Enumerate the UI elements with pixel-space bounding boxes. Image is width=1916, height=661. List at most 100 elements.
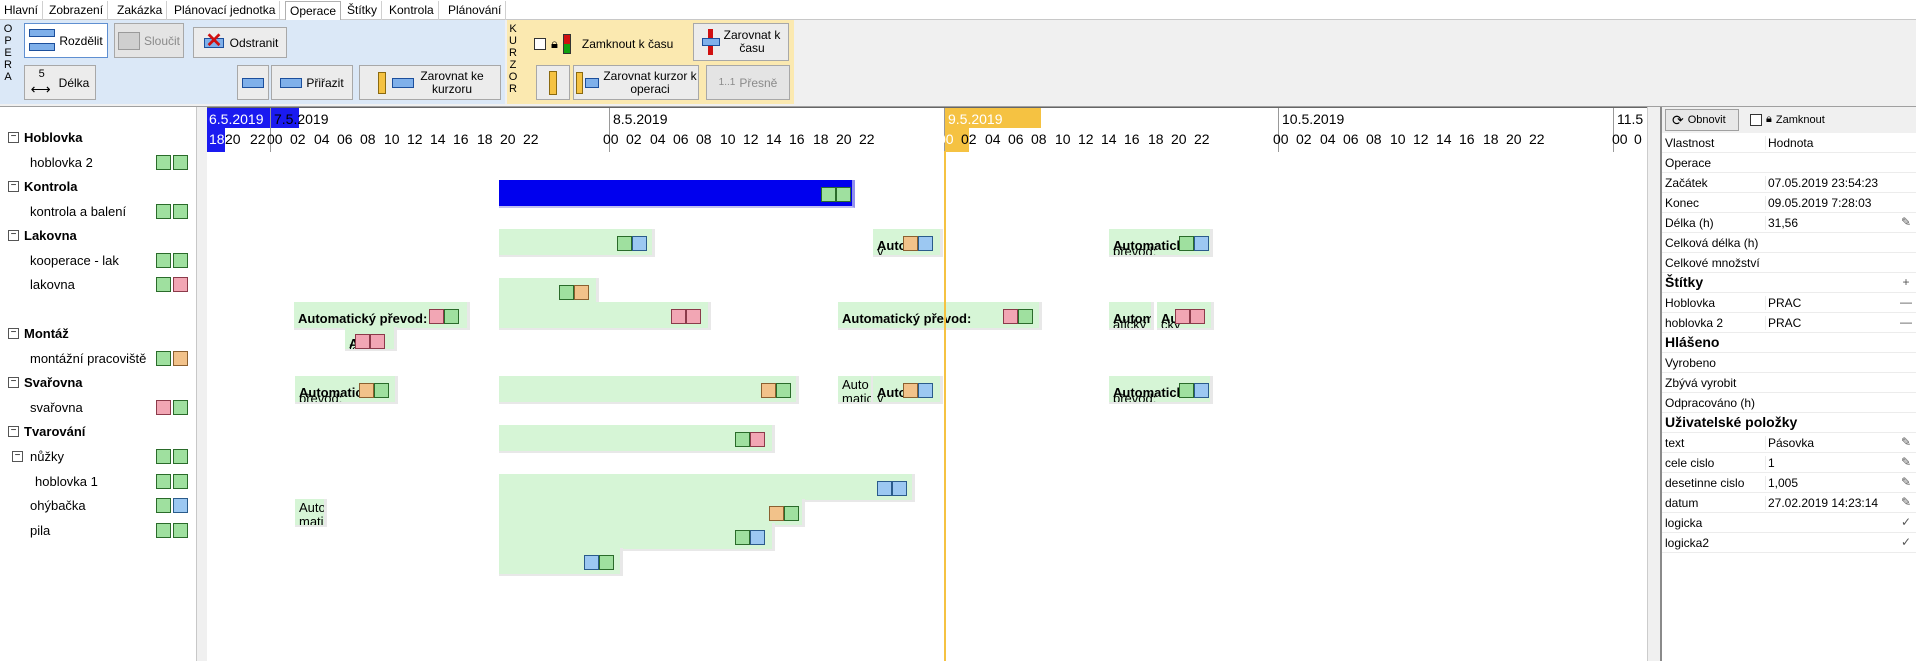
checkmark-icon[interactable]: ✓ [1898, 515, 1914, 530]
operation-status-icon [892, 481, 907, 496]
property-row[interactable]: Délka (h) 31,56 ✎ [1662, 213, 1916, 233]
hour-label: 00 [603, 131, 619, 147]
collapse-toggle[interactable]: − [8, 230, 19, 241]
lock-control[interactable]: 🔒︎ Zamknout [1750, 113, 1825, 126]
operation-bar[interactable]: Autoý převod: [873, 229, 943, 257]
property-row[interactable]: hoblovka 2 PRAC — [1662, 313, 1916, 333]
checkmark-icon[interactable]: ✓ [1898, 535, 1914, 550]
hour-label: 00 [1273, 131, 1289, 147]
hour-label: 12 [1078, 131, 1094, 147]
lock-checkbox[interactable] [1750, 113, 1762, 126]
split-button[interactable]: Rozdělit [24, 23, 108, 58]
operation-bar[interactable]: Automatický převod: [294, 302, 470, 330]
operation-bar[interactable] [499, 376, 799, 404]
collapse-toggle[interactable]: − [8, 426, 19, 437]
operation-label: Automatický převod: [298, 311, 428, 326]
lock-icon: 🔒︎ [1766, 113, 1772, 125]
property-row[interactable]: logicka ✓ [1662, 513, 1916, 533]
precise-button[interactable]: 1..1 Přesně [706, 65, 790, 100]
edit-icon[interactable]: ✎ [1898, 455, 1914, 470]
operation-bar[interactable]: Automatick převod: [295, 376, 398, 404]
gantt-chart[interactable]: 6.5.2019 7.5.2019 8.5.2019 9.5.2019 10.5.201… [207, 107, 1647, 661]
row-icons [156, 400, 188, 415]
collapse-toggle[interactable]: − [8, 181, 19, 192]
tree-row-label: Hoblovka [24, 130, 83, 145]
operation-status-icon [444, 309, 459, 324]
tree-row-label: Svařovna [24, 375, 83, 390]
tree-row-label: ohýbačka [30, 498, 86, 513]
collapse-toggle[interactable]: − [8, 132, 19, 143]
hour-label: 10 [1390, 131, 1406, 147]
edit-icon[interactable]: ✎ [1898, 475, 1914, 490]
merge-button[interactable]: Sloučit [114, 23, 184, 58]
edit-icon[interactable]: ✎ [1898, 215, 1914, 230]
operation-bar[interactable]: Aiický pře [345, 327, 397, 351]
operation-bar[interactable] [499, 302, 711, 330]
property-row[interactable]: datum 27.02.2019 14:23:14 ✎ [1662, 493, 1916, 513]
properties-panel: ⟳ Obnovit 🔒︎ Zamknout Vlastnost Hodnota Op… [1660, 107, 1916, 661]
operation-bar[interactable] [499, 229, 655, 257]
tab-stitky[interactable]: Štítky [343, 1, 383, 20]
collapse-toggle[interactable]: − [8, 377, 19, 388]
tab-kontrola[interactable]: Kontrola [385, 1, 439, 20]
operation-bar[interactable] [499, 523, 775, 551]
operation-bar[interactable]: Auto matic [838, 376, 874, 404]
assign-left-button[interactable] [237, 65, 269, 100]
tab-planovaci-jednotka[interactable]: Plánovací jednotka [170, 1, 281, 20]
operation-status-icon [784, 506, 799, 521]
property-row: Konec 09.05.2019 7:28:03 [1662, 193, 1916, 213]
align-to-cursor-button[interactable]: Zarovnat ke kurzoru [359, 65, 501, 100]
tab-hlavni[interactable]: Hlavní [0, 1, 44, 20]
tab-zobrazeni[interactable]: Zobrazení [45, 1, 109, 20]
hour-label: 22 [1529, 131, 1545, 147]
property-row[interactable]: text Pásovka ✎ [1662, 433, 1916, 453]
operation-bar[interactable]: Automatický převod: [838, 302, 1042, 330]
operation-bar[interactable]: Autom atický [1109, 302, 1154, 330]
collapse-toggle[interactable]: − [12, 451, 23, 462]
split-icon [29, 28, 56, 53]
remove-icon[interactable]: — [1898, 315, 1914, 330]
remove-icon[interactable]: — [1898, 295, 1914, 310]
operation-bar[interactable] [499, 474, 915, 502]
lock-time-checkbox[interactable] [534, 38, 546, 50]
operation-bar[interactable]: Aucký přev [1157, 302, 1214, 330]
tab-zakazka[interactable]: Zakázka [113, 1, 168, 20]
tab-operace[interactable]: Operace [285, 1, 342, 20]
operation-bar[interactable] [499, 548, 623, 576]
section-uzivatelske-polozky: Uživatelské položky [1662, 413, 1916, 433]
assign-button[interactable]: Přiřazit [271, 65, 353, 100]
operation-bar-selected[interactable] [499, 180, 855, 208]
property-row[interactable]: Hoblovka PRAC — [1662, 293, 1916, 313]
operation-bar[interactable]: Autoý převod: [873, 376, 943, 404]
lock-time-control[interactable]: 🔒︎ Zamknout k času [534, 34, 673, 54]
cursor-left-button[interactable] [536, 65, 570, 100]
refresh-button[interactable]: ⟳ Obnovit [1665, 109, 1739, 131]
hour-label: 08 [696, 131, 712, 147]
tree-splitter[interactable] [197, 107, 207, 661]
property-row[interactable]: logicka2 ✓ [1662, 533, 1916, 553]
tree-row-16[interactable]: pila [0, 516, 196, 546]
time-cursor[interactable] [944, 151, 946, 661]
resource-tree: − Hoblovka hoblovka 2− Kontrola kontrola a b… [0, 107, 197, 661]
operation-bar[interactable]: Automatick převod: [1109, 376, 1213, 404]
property-row[interactable]: desetinne cislo 1,005 ✎ [1662, 473, 1916, 493]
operation-bar[interactable]: Auto mati [295, 499, 327, 527]
vertical-scrollbar[interactable] [1647, 107, 1660, 661]
collapse-toggle[interactable]: − [8, 328, 19, 339]
add-icon[interactable]: + [1898, 275, 1914, 290]
remove-button[interactable]: ✕ Odstranit [193, 27, 287, 58]
operation-bar[interactable] [499, 425, 775, 453]
edit-icon[interactable]: ✎ [1898, 495, 1914, 510]
status-icon [156, 474, 171, 489]
hour-label: 04 [650, 131, 666, 147]
edit-icon[interactable]: ✎ [1898, 435, 1914, 450]
length-button[interactable]: 5 ⟷ Délka [24, 65, 96, 100]
hour-label: 12 [407, 131, 423, 147]
section-stitky[interactable]: Štítky + [1662, 273, 1916, 293]
align-cursor-to-operation-button[interactable]: Zarovnat kurzor k operaci [573, 65, 699, 100]
align-to-time-button[interactable]: Zarovnat k času [693, 23, 789, 61]
operation-bar[interactable]: Automatick převod: [1109, 229, 1213, 257]
property-row[interactable]: cele cislo 1 ✎ [1662, 453, 1916, 473]
tree-row-6[interactable]: lakovna [0, 270, 196, 300]
tab-planovani[interactable]: Plánování [444, 1, 507, 20]
